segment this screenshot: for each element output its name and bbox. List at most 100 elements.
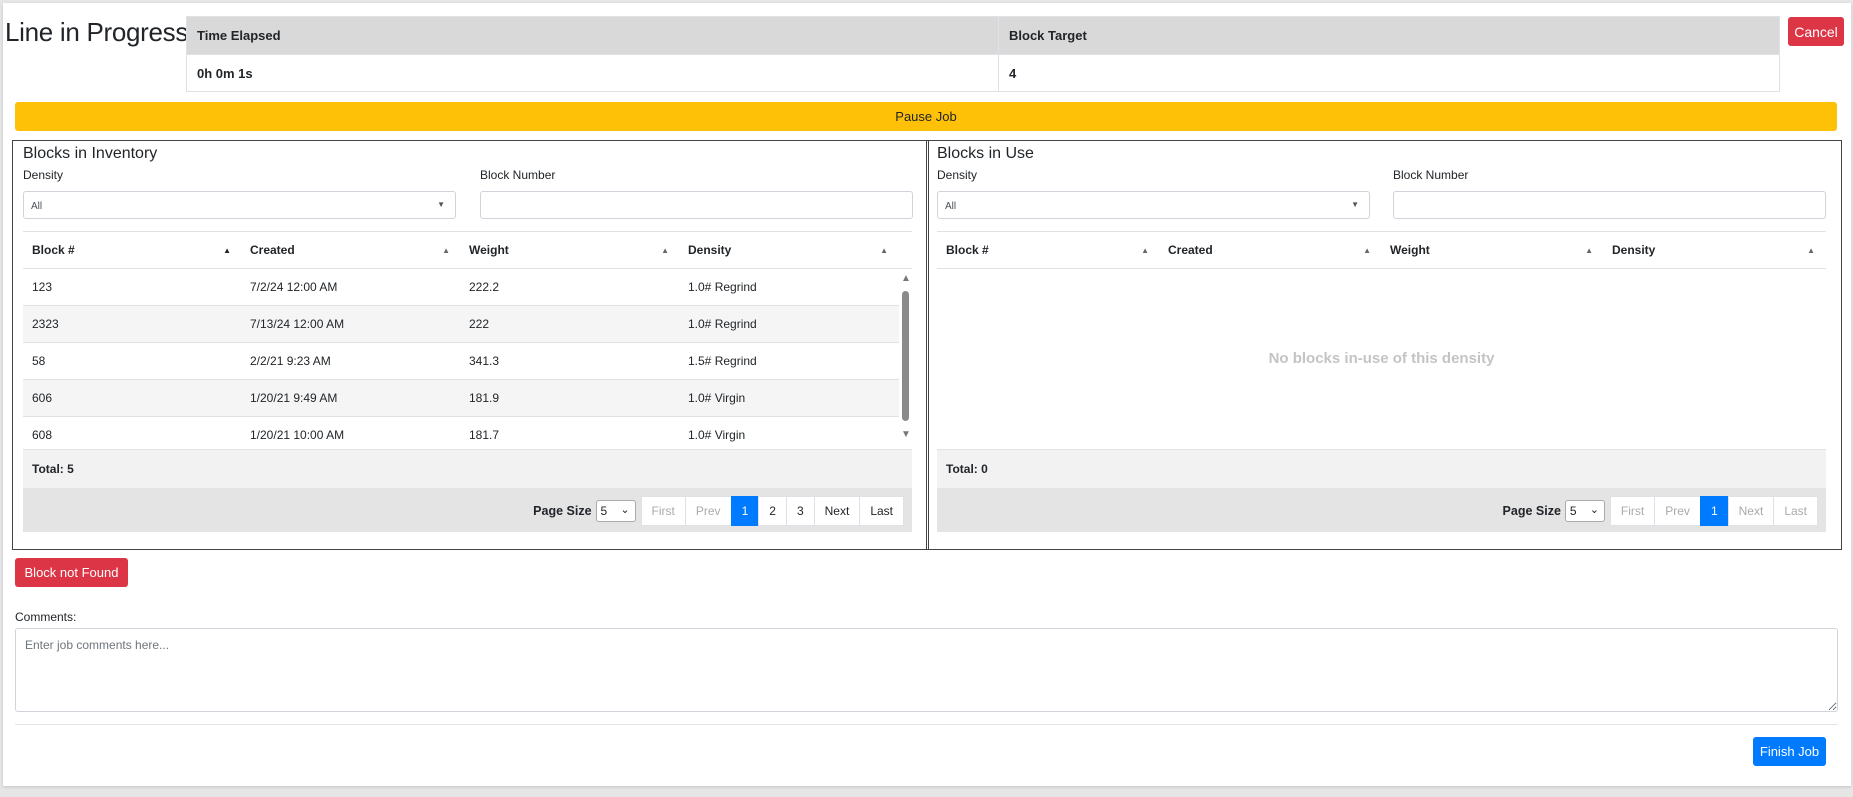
in-use-density-select[interactable]: All ▼ [937,191,1370,219]
inventory-pager: Page Size 5 ⌄ First Prev 1 2 3 Next Last [533,496,904,526]
col-header-block-number[interactable]: Block # ▲ [937,232,1159,269]
table-row[interactable]: 608 1/20/21 10:00 AM 181.7 1.0# Virgin [23,417,899,449]
pager-prev-button[interactable]: Prev [1654,496,1701,526]
comments-label: Comments: [15,610,77,624]
footer-divider [15,724,1838,725]
pager-page-2[interactable]: 2 [758,496,787,526]
inventory-density-value: All [31,201,43,212]
table-row[interactable]: 58 2/2/21 9:23 AM 341.3 1.5# Regrind [23,343,899,380]
inventory-scrollbar[interactable]: ▲ ▼ [899,269,912,449]
col-header-label: Weight [1390,243,1430,257]
cell-weight: 181.7 [469,428,500,442]
inventory-panel: Blocks in Inventory Density All ▼ Block … [12,140,929,550]
in-use-density-value: All [945,201,957,212]
col-header-label: Weight [469,243,509,257]
finish-job-button[interactable]: Finish Job [1753,737,1826,766]
col-header-label: Created [1168,243,1213,257]
inventory-grid-header: Block # ▲ Created ▲ Weight ▲ Density ▲ [23,231,912,269]
in-use-block-number-label: Block Number [1393,168,1469,182]
pager-next-button[interactable]: Next [813,496,861,526]
cell-block-number: 58 [32,354,46,368]
page-size-label: Page Size [1502,504,1561,518]
cell-weight: 181.9 [469,391,500,405]
cell-weight: 222 [469,317,490,331]
sort-icon: ▲ [1585,246,1593,255]
col-header-label: Created [250,243,295,257]
cell-block-number: 608 [32,428,53,442]
sort-icon: ▲ [661,246,669,255]
in-use-pager-bar: Page Size 5 ⌄ First Prev 1 Next Last [937,488,1826,532]
table-row[interactable]: 123 7/2/24 12:00 AM 222.2 1.0# Regrind [23,269,899,306]
pager-page-3[interactable]: 3 [785,496,815,526]
inventory-rows: 123 7/2/24 12:00 AM 222.2 1.0# Regrind 2… [23,269,899,449]
time-elapsed-value: 0h 0m 1s [186,54,999,92]
in-use-pager: Page Size 5 ⌄ First Prev 1 Next Last [1503,496,1818,526]
inventory-density-select[interactable]: All ▼ [23,191,456,219]
page-size-select[interactable]: 5 ⌄ [1564,500,1605,522]
chevron-down-icon: ⌄ [1589,504,1599,516]
cell-block-number: 606 [32,391,53,405]
cell-density: 1.0# Virgin [688,391,746,405]
cell-created: 7/13/24 12:00 AM [250,317,345,331]
in-use-grid: Block # ▲ Created ▲ Weight ▲ Density ▲ N… [937,231,1826,541]
pager-last-button[interactable]: Last [859,496,904,526]
inventory-title: Blocks in Inventory [23,145,158,162]
pager-first-button[interactable]: First [1609,496,1656,526]
cell-weight: 222.2 [469,280,500,294]
col-header-weight[interactable]: Weight ▲ [1381,232,1603,269]
scroll-down-icon[interactable]: ▼ [901,429,911,440]
col-header-created[interactable]: Created ▲ [241,232,460,269]
in-use-grid-header: Block # ▲ Created ▲ Weight ▲ Density ▲ [937,231,1826,269]
in-use-panel: Blocks in Use Density All ▼ Block Number… [926,140,1842,550]
cancel-button[interactable]: Cancel [1788,17,1844,46]
col-header-block-number[interactable]: Block # ▲ [23,232,241,269]
pager-page-1[interactable]: 1 [730,496,760,526]
in-use-block-number-input[interactable] [1393,191,1826,219]
chevron-down-icon: ▼ [437,200,445,209]
sort-asc-icon: ▲ [223,246,231,255]
comments-textarea[interactable] [15,628,1838,712]
pager-next-button[interactable]: Next [1727,496,1775,526]
inventory-density-label: Density [23,168,64,182]
col-header-label: Block # [32,243,75,257]
chevron-down-icon: ▼ [1351,200,1359,209]
sort-icon: ▲ [880,246,888,255]
block-target-value: 4 [998,54,1780,92]
pager-prev-button[interactable]: Prev [684,496,732,526]
table-row[interactable]: 606 1/20/21 9:49 AM 181.9 1.0# Virgin [23,380,899,417]
col-header-label: Density [688,243,732,257]
pager-last-button[interactable]: Last [1773,496,1818,526]
job-page: Line in Progress Time Elapsed Block Targ… [3,3,1851,786]
cell-block-number: 123 [32,280,53,294]
col-header-label: Density [1612,243,1656,257]
table-row[interactable]: 2323 7/13/24 12:00 AM 222 1.0# Regrind [23,306,899,343]
pager-first-button[interactable]: First [640,496,686,526]
time-elapsed-header: Time Elapsed [186,16,999,55]
cell-density: 1.0# Virgin [688,428,746,442]
page-size-value: 5 [600,504,608,518]
cell-block-number: 2323 [32,317,59,331]
sort-icon: ▲ [1141,246,1149,255]
cell-density: 1.0# Regrind [688,280,757,294]
scroll-up-icon[interactable]: ▲ [901,273,911,284]
inventory-block-number-input[interactable] [480,191,913,219]
sort-icon: ▲ [1807,246,1815,255]
page-size-select[interactable]: 5 ⌄ [595,500,636,522]
col-header-created[interactable]: Created ▲ [1159,232,1381,269]
inventory-total: Total: 5 [23,449,912,488]
col-header-weight[interactable]: Weight ▲ [460,232,679,269]
col-header-label: Block # [946,243,989,257]
col-header-density[interactable]: Density ▲ [1603,232,1825,269]
in-use-empty-message: No blocks in-use of this density [1268,350,1495,367]
cell-density: 1.5# Regrind [688,354,757,368]
sort-icon: ▲ [1363,246,1371,255]
block-not-found-button[interactable]: Block not Found [15,558,128,587]
scrollbar-thumb[interactable] [902,291,909,421]
pager-page-1[interactable]: 1 [1699,496,1729,526]
pause-job-button[interactable]: Pause Job [15,102,1837,131]
cell-weight: 341.3 [469,354,500,368]
col-header-density[interactable]: Density ▲ [679,232,898,269]
cell-density: 1.0# Regrind [688,317,757,331]
sort-icon: ▲ [442,246,450,255]
page-title: Line in Progress [5,17,189,47]
